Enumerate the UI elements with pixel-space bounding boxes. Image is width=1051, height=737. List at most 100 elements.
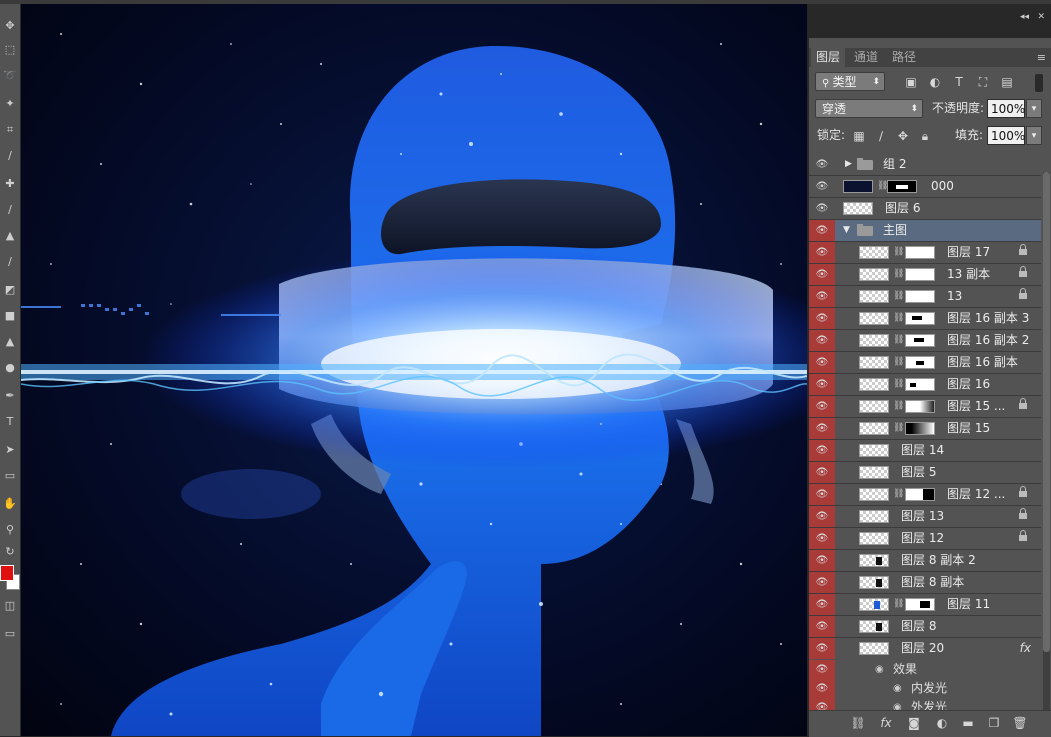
tab-layers[interactable]: 图层 bbox=[811, 48, 846, 67]
path-select-icon[interactable]: ➤ bbox=[2, 442, 18, 458]
effects-row[interactable]: 👁︎ ◉ 效果 bbox=[809, 660, 1041, 679]
visibility-eye-icon[interactable]: 👁︎ bbox=[809, 308, 835, 329]
layer-row[interactable]: 👁︎ ⛓ 000 bbox=[809, 176, 1041, 198]
layer-mask-thumbnail[interactable] bbox=[905, 378, 935, 391]
visibility-eye-icon[interactable]: 👁︎ bbox=[809, 396, 835, 417]
eyedropper-icon[interactable]: ∕ bbox=[2, 148, 18, 164]
visibility-eye-icon[interactable]: 👁︎ bbox=[809, 594, 835, 615]
lock-pixels-icon[interactable]: ∕ bbox=[873, 128, 889, 144]
history-brush-icon[interactable]: ∕ bbox=[2, 254, 18, 270]
hand-icon[interactable]: ✋ bbox=[2, 496, 18, 512]
shape-icon[interactable]: ▭ bbox=[2, 468, 18, 484]
layer-effects-fx-icon[interactable]: fx bbox=[1020, 638, 1031, 659]
visibility-eye-icon[interactable]: 👁︎ bbox=[809, 550, 835, 571]
layer-mask-thumbnail[interactable] bbox=[905, 246, 935, 259]
visibility-eye-icon[interactable]: 👁︎ bbox=[809, 616, 835, 637]
visibility-eye-icon[interactable]: 👁︎ bbox=[809, 638, 835, 659]
visibility-eye-icon[interactable]: 👁︎ bbox=[809, 572, 835, 593]
visibility-eye-icon[interactable]: 👁︎ bbox=[809, 418, 835, 439]
layer-mask-thumbnail[interactable] bbox=[887, 180, 917, 193]
layer-row[interactable]: 👁︎ ⛓ 13 bbox=[809, 286, 1041, 308]
visibility-eye-icon[interactable]: 👁︎ bbox=[809, 506, 835, 527]
crop-icon[interactable]: ⌗ bbox=[2, 122, 18, 138]
visibility-eye-icon[interactable]: 👁︎ bbox=[809, 374, 835, 395]
fill-dropdown-button[interactable]: ▾ bbox=[1026, 126, 1042, 145]
eraser-icon[interactable]: ◩ bbox=[2, 282, 18, 298]
layer-row[interactable]: 👁︎ 图层 20 fx bbox=[809, 638, 1041, 660]
mask-link-icon[interactable]: ⛓ bbox=[893, 488, 904, 501]
mask-link-icon[interactable]: ⛓ bbox=[893, 312, 904, 325]
layer-row[interactable]: 👁︎ ⛓ 图层 15 bbox=[809, 418, 1041, 440]
adjustment-filter-icon[interactable]: ◐ bbox=[927, 74, 943, 90]
rotate-icon[interactable]: ↻ bbox=[2, 544, 18, 560]
move-icon[interactable]: ✥ bbox=[2, 18, 18, 34]
layer-row[interactable]: 👁︎ 图层 5 bbox=[809, 462, 1041, 484]
effect-eye-icon[interactable]: ◉ bbox=[893, 679, 902, 698]
layer-row[interactable]: 👁︎ ⛓ 图层 16 bbox=[809, 374, 1041, 396]
layer-row[interactable]: 👁︎ 图层 14 bbox=[809, 440, 1041, 462]
layer-mask-thumbnail[interactable] bbox=[905, 312, 935, 325]
stamp-icon[interactable]: ▲ bbox=[2, 228, 18, 244]
mask-link-icon[interactable]: ⛓ bbox=[893, 598, 904, 611]
collapse-triangle-icon[interactable]: ▼ bbox=[843, 220, 850, 241]
lock-position-icon[interactable]: ✥ bbox=[895, 128, 911, 144]
layer-row[interactable]: 👁︎ 图层 6 bbox=[809, 198, 1041, 220]
filter-toggle[interactable] bbox=[1035, 74, 1043, 92]
lasso-icon[interactable]: ➰ bbox=[2, 68, 18, 84]
layer-row[interactable]: 👁︎ ⛓ 13 副本 bbox=[809, 264, 1041, 286]
mask-link-icon[interactable]: ⛓ bbox=[893, 334, 904, 347]
effect-item-row[interactable]: 👁︎ ◉ 内发光 bbox=[809, 679, 1041, 698]
mask-link-icon[interactable]: ⛓ bbox=[877, 180, 888, 193]
visibility-eye-icon[interactable]: 👁︎ bbox=[809, 440, 835, 461]
layer-row[interactable]: 👁︎ 图层 13 bbox=[809, 506, 1041, 528]
visibility-eye-icon[interactable]: 👁︎ bbox=[809, 462, 835, 483]
shape-filter-icon[interactable]: ⛶ bbox=[975, 74, 991, 90]
blur-icon[interactable]: ▲ bbox=[2, 334, 18, 350]
gradient-icon[interactable]: ■ bbox=[2, 308, 18, 324]
layer-mask-thumbnail[interactable] bbox=[905, 422, 935, 435]
marquee-icon[interactable]: ⬚ bbox=[2, 42, 18, 58]
opacity-input[interactable]: 100% bbox=[987, 99, 1025, 118]
lock-all-icon[interactable]: 🔒︎ bbox=[917, 128, 933, 144]
layer-row[interactable]: 👁︎ ⛓ 图层 16 副本 2 bbox=[809, 330, 1041, 352]
screen-mode-icon[interactable]: ▭ bbox=[2, 626, 18, 642]
layer-row[interactable]: 👁︎ ⛓ 图层 15 ... bbox=[809, 396, 1041, 418]
layer-row[interactable]: 👁︎ ⛓ 图层 11 bbox=[809, 594, 1041, 616]
zoom-icon[interactable]: ⚲ bbox=[2, 522, 18, 538]
link-icon[interactable]: ⛓ bbox=[849, 715, 867, 731]
layer-mask-thumbnail[interactable] bbox=[905, 488, 935, 501]
mask-link-icon[interactable]: ⛓ bbox=[893, 400, 904, 413]
layer-row[interactable]: 👁︎ ⛓ 图层 16 副本 bbox=[809, 352, 1041, 374]
layer-mask-thumbnail[interactable] bbox=[905, 400, 935, 413]
brush-icon[interactable]: ∕ bbox=[2, 202, 18, 218]
quick-mask-icon[interactable]: ◫ bbox=[2, 598, 18, 614]
healing-icon[interactable]: ✚ bbox=[2, 176, 18, 192]
blend-mode-select[interactable]: 穿透 ⬍ bbox=[815, 99, 923, 118]
layer-mask-thumbnail[interactable] bbox=[905, 334, 935, 347]
layer-mask-thumbnail[interactable] bbox=[905, 290, 935, 303]
layer-row-selected[interactable]: 👁︎ ▼ 主图 bbox=[809, 220, 1041, 242]
visibility-eye-icon[interactable]: 👁︎ bbox=[809, 242, 835, 263]
visibility-eye-icon[interactable]: 👁︎ bbox=[809, 220, 835, 241]
layer-row[interactable]: 👁︎ 图层 8 副本 bbox=[809, 572, 1041, 594]
lock-transparent-icon[interactable]: ▦ bbox=[851, 128, 867, 144]
visibility-eye-icon[interactable]: 👁︎ bbox=[809, 660, 835, 679]
layer-row[interactable]: 👁︎ 图层 8 bbox=[809, 616, 1041, 638]
collapse-panel-icon[interactable]: ◂◂ bbox=[1020, 12, 1029, 22]
visibility-eye-icon[interactable]: 👁︎ bbox=[809, 484, 835, 505]
layer-row[interactable]: 👁︎ ▶ 组 2 bbox=[809, 154, 1041, 176]
opacity-dropdown-button[interactable]: ▾ bbox=[1026, 99, 1042, 118]
type-filter-icon[interactable]: T bbox=[951, 74, 967, 90]
dodge-icon[interactable]: ● bbox=[2, 360, 18, 376]
visibility-eye-icon[interactable]: 👁︎ bbox=[809, 176, 835, 197]
folder-icon[interactable]: ▬ bbox=[959, 715, 977, 731]
filter-kind-select[interactable]: ⚲ 类型 ⬍ bbox=[815, 72, 885, 91]
layer-row[interactable]: 👁︎ ⛓ 图层 16 副本 3 bbox=[809, 308, 1041, 330]
mask-link-icon[interactable]: ⛓ bbox=[893, 378, 904, 391]
mask-link-icon[interactable]: ⛓ bbox=[893, 356, 904, 369]
visibility-eye-icon[interactable]: 👁︎ bbox=[809, 352, 835, 373]
document-canvas[interactable] bbox=[21, 4, 807, 736]
adjustment-icon[interactable]: ◐ bbox=[933, 715, 951, 731]
type-icon[interactable]: T bbox=[2, 414, 18, 430]
visibility-eye-icon[interactable]: 👁︎ bbox=[809, 286, 835, 307]
